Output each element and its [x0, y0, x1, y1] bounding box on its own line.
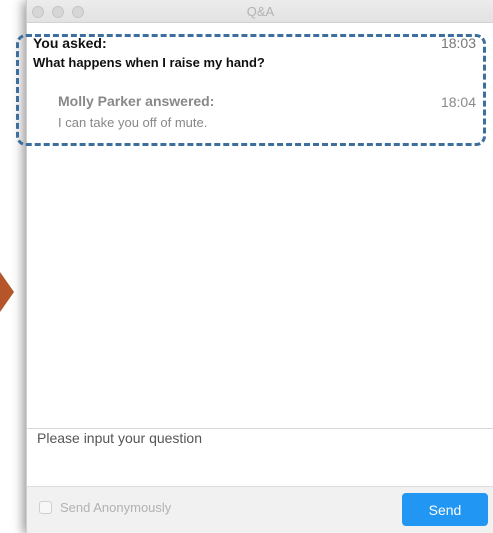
footer-bar: Send Anonymously Send	[27, 486, 493, 533]
highlight-box	[16, 34, 486, 146]
send-anonymously-checkbox[interactable]	[39, 501, 52, 514]
arrow-right-icon	[0, 272, 14, 312]
send-anonymously-label[interactable]: Send Anonymously	[60, 500, 171, 515]
question-input[interactable]	[37, 430, 490, 480]
window-title: Q&A	[246, 4, 275, 19]
title-bar[interactable]: Q&A	[27, 0, 493, 23]
send-button[interactable]: Send	[402, 493, 488, 526]
